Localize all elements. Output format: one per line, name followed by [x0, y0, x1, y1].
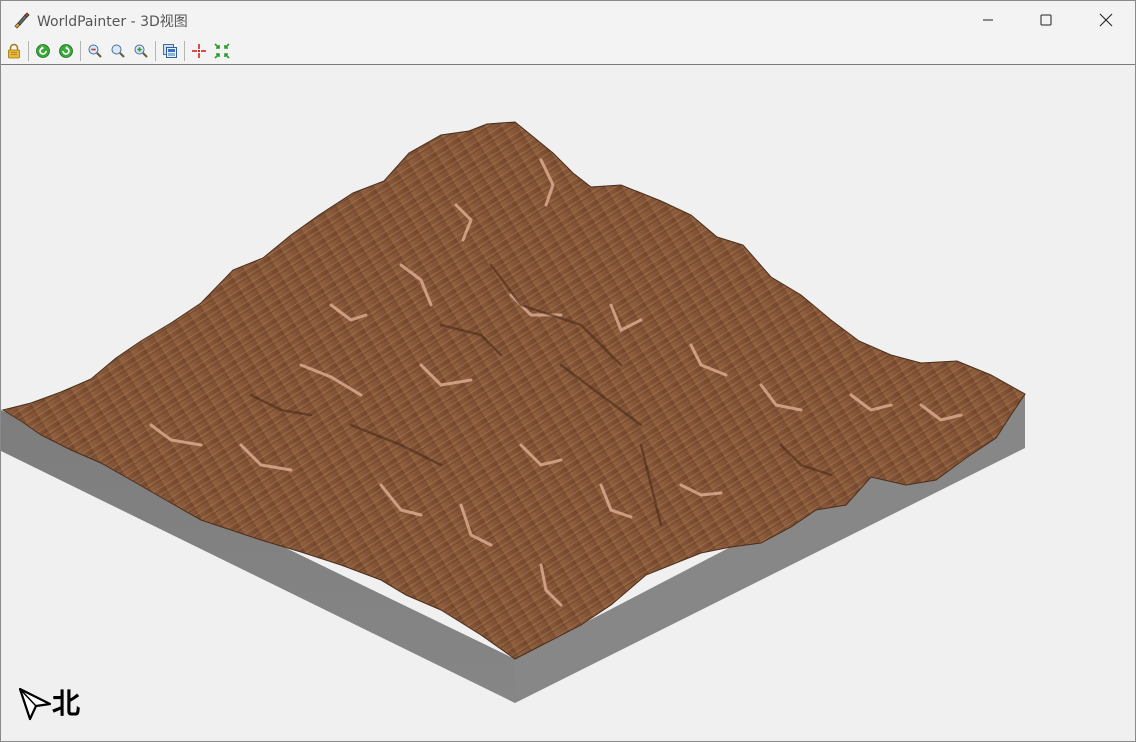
- lock-button[interactable]: [4, 41, 24, 61]
- toolbar-separator: [80, 41, 81, 61]
- toolbar-separator: [28, 41, 29, 61]
- rotate-right-button[interactable]: [56, 41, 76, 61]
- toolbar-separator: [155, 41, 156, 61]
- rotate-right-icon: [59, 44, 73, 58]
- rotate-left-button[interactable]: [33, 41, 53, 61]
- terrain-surface: [1, 121, 1026, 660]
- terrain-render[interactable]: [1, 65, 1135, 741]
- export-image-button[interactable]: [160, 41, 180, 61]
- maximize-icon: [1040, 14, 1052, 25]
- zoom-in-icon: [134, 44, 148, 58]
- north-arrow-icon: [18, 687, 52, 721]
- zoom-reset-icon: [111, 44, 125, 58]
- fit-view-button[interactable]: [212, 41, 232, 61]
- view-toolbar: [1, 38, 1135, 65]
- 3d-viewport[interactable]: 北: [1, 65, 1135, 741]
- lock-icon: [8, 43, 20, 59]
- close-button[interactable]: [1077, 1, 1135, 38]
- close-icon: [1099, 13, 1113, 26]
- maximize-button[interactable]: [1017, 1, 1075, 38]
- worldpainter-3d-view-window: WorldPainter - 3D视图 北: [0, 0, 1136, 742]
- zoom-out-button[interactable]: [85, 41, 105, 61]
- zoom-reset-button[interactable]: [108, 41, 128, 61]
- rotate-left-icon: [36, 44, 50, 58]
- toolbar-separator: [184, 41, 185, 61]
- window-title: WorldPainter - 3D视图: [37, 14, 188, 30]
- zoom-in-button[interactable]: [131, 41, 151, 61]
- export-image-icon: [163, 44, 177, 58]
- minimize-button[interactable]: [959, 1, 1017, 38]
- minimize-icon: [983, 19, 993, 20]
- compass-label: 北: [52, 687, 81, 720]
- center-view-icon: [192, 44, 206, 58]
- compass: 北: [18, 686, 80, 722]
- fit-view-icon: [214, 43, 230, 59]
- center-view-button[interactable]: [189, 41, 209, 61]
- zoom-out-icon: [88, 44, 102, 58]
- title-bar[interactable]: WorldPainter - 3D视图: [1, 1, 1135, 38]
- worldpainter-app-icon: [12, 11, 30, 29]
